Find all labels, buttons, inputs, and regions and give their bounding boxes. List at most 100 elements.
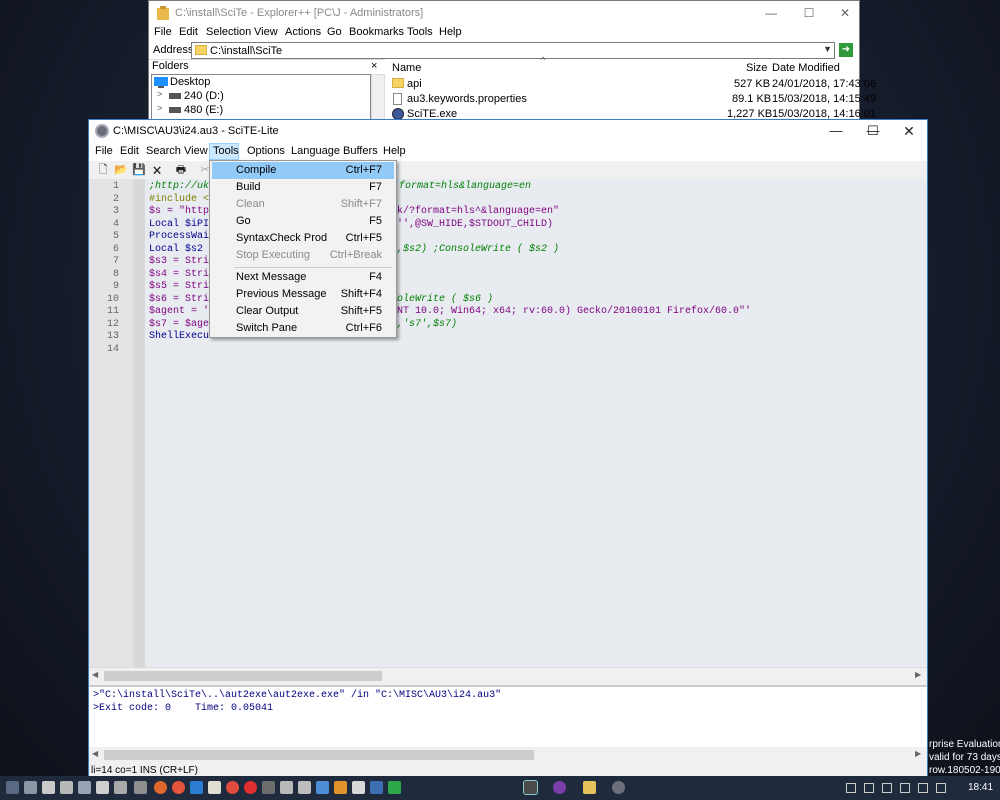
tray-icon[interactable]	[900, 783, 910, 793]
tray-icon[interactable]	[864, 783, 874, 793]
menu-go[interactable]: Go	[327, 26, 342, 38]
taskbar-app-icon[interactable]	[244, 781, 257, 794]
taskbar-app-icon[interactable]	[334, 781, 347, 794]
open-folder-icon[interactable]: 📂	[113, 162, 129, 178]
column-name-header[interactable]: Name	[392, 62, 421, 74]
save-icon[interactable]: 💾	[131, 162, 147, 178]
close-button[interactable]: ✕	[825, 1, 865, 25]
menu-buffers[interactable]: Buffers	[343, 145, 378, 157]
menu-item-clear-output[interactable]: Clear Output Shift+F5	[212, 303, 394, 320]
go-arrow-icon[interactable]: ➜	[839, 43, 853, 57]
print-icon[interactable]: 🖶	[173, 162, 189, 178]
menu-help[interactable]: Help	[383, 145, 406, 157]
taskbar-app-icon[interactable]	[388, 781, 401, 794]
chevron-down-icon[interactable]: ▼	[823, 44, 832, 54]
menu-help[interactable]: Help	[439, 26, 462, 38]
folder-tree[interactable]: Desktop > 240 (D:) > 480 (E:)	[151, 74, 371, 124]
output-pane[interactable]: >"C:\install\SciTe\..\aut2exe\aut2exe.ex…	[89, 685, 927, 747]
menu-options[interactable]: Options	[247, 145, 285, 157]
speaker-icon[interactable]	[918, 783, 928, 793]
maximize-button[interactable]: ☐	[789, 1, 829, 25]
menu-file[interactable]: File	[95, 145, 113, 157]
taskbar-app-icon[interactable]	[60, 781, 73, 794]
taskbar-app-icon[interactable]	[298, 781, 311, 794]
menu-view[interactable]: View	[184, 145, 208, 157]
keyboard-icon[interactable]	[936, 783, 946, 793]
menu-tools[interactable]: Tools	[209, 143, 239, 160]
file-row[interactable]: au3.keywords.properties 89.1 KB 15/03/20…	[389, 92, 876, 106]
menu-item-switch-pane[interactable]: Switch Pane Ctrl+F6	[212, 320, 394, 337]
chevron-right-icon[interactable]: >	[157, 89, 162, 99]
menu-selection[interactable]: Selection	[206, 26, 251, 38]
console-icon[interactable]	[523, 780, 538, 795]
menu-edit[interactable]: Edit	[179, 26, 198, 38]
scite-titlebar[interactable]: C:\MISC\AU3\i24.au3 - SciTE-Lite —	[89, 120, 927, 142]
menu-tools[interactable]: Tools	[407, 26, 433, 38]
menu-edit[interactable]: Edit	[120, 145, 139, 157]
menu-bookmarks[interactable]: Bookmarks	[349, 26, 404, 38]
minimize-button[interactable]: —	[751, 1, 791, 25]
scroll-right-icon[interactable]: ▶	[915, 670, 921, 679]
menu-tools-label: Tools	[213, 145, 239, 157]
column-date-header[interactable]: Date Modified	[772, 62, 840, 74]
scrollbar-thumb[interactable]	[104, 671, 382, 681]
taskbar-app-icon[interactable]	[42, 781, 55, 794]
clock[interactable]: 18:41	[968, 782, 993, 793]
taskbar-app-icon[interactable]	[553, 781, 566, 794]
tray-icon[interactable]	[882, 783, 892, 793]
gear-icon[interactable]	[280, 781, 293, 794]
scrollbar-thumb[interactable]	[104, 750, 534, 760]
taskbar-app-icon[interactable]	[226, 781, 239, 794]
menu-view[interactable]: View	[254, 26, 278, 38]
menu-item-go[interactable]: Go F5	[212, 213, 394, 230]
menu-item-build[interactable]: Build F7	[212, 179, 394, 196]
explorer-taskbar-icon[interactable]	[583, 781, 596, 794]
menu-search[interactable]: Search	[146, 145, 181, 157]
file-list[interactable]: Name ^ Size Date Modified api 527 KB 24/…	[389, 55, 876, 123]
menu-item-compile[interactable]: Compile Ctrl+F7	[212, 162, 394, 179]
close-file-icon[interactable]: 🗙	[149, 162, 165, 178]
close-icon[interactable]: ×	[371, 60, 377, 72]
maximize-button[interactable]: ☐	[853, 120, 893, 142]
menu-language[interactable]: Language	[291, 145, 340, 157]
scroll-left-icon[interactable]: ◀	[92, 749, 98, 758]
explorer-titlebar[interactable]: C:\install\SciTe - Explorer++ [PC\J - Ad…	[149, 1, 859, 25]
taskbar-app-icon[interactable]	[262, 781, 275, 794]
edge-icon[interactable]	[190, 781, 203, 794]
close-button[interactable]: ✕	[889, 120, 929, 142]
address-input[interactable]: C:\install\SciTe ▼	[191, 42, 835, 59]
taskbar-app-icon[interactable]	[172, 781, 185, 794]
menu-item-next-message[interactable]: Next Message F4	[212, 269, 394, 286]
menu-file[interactable]: File	[154, 26, 172, 38]
file-row[interactable]: api 527 KB 24/01/2018, 17:43:06	[389, 77, 876, 91]
taskbar-app-icon[interactable]	[96, 781, 109, 794]
explorer-window[interactable]: C:\install\SciTe - Explorer++ [PC\J - Ad…	[148, 0, 876, 124]
taskbar-app-icon[interactable]	[208, 781, 221, 794]
output-horizontal-scrollbar[interactable]: ◀ ▶	[89, 747, 927, 763]
start-icon[interactable]	[6, 781, 19, 794]
new-file-icon[interactable]: 🗋	[95, 162, 111, 178]
scroll-left-icon[interactable]: ◀	[92, 670, 98, 679]
tray-icon[interactable]	[846, 783, 856, 793]
scroll-right-icon[interactable]: ▶	[915, 749, 921, 758]
firefox-icon[interactable]	[154, 781, 167, 794]
taskbar-app-icon[interactable]	[114, 781, 127, 794]
editor-horizontal-scrollbar[interactable]: ◀ ▶	[89, 667, 927, 683]
menu-actions[interactable]: Actions	[285, 26, 321, 38]
chevron-right-icon[interactable]: >	[157, 103, 162, 113]
code-line-left: ProcessWait	[149, 231, 216, 242]
taskbar-app-icon[interactable]	[24, 781, 37, 794]
taskbar-app-icon[interactable]	[370, 781, 383, 794]
taskbar-app-icon[interactable]	[134, 781, 147, 794]
taskbar-app-icon[interactable]	[78, 781, 91, 794]
taskbar-app-icon[interactable]	[352, 781, 365, 794]
menu-item-previous-message[interactable]: Previous Message Shift+F4	[212, 286, 394, 303]
column-size-header[interactable]: Size	[746, 62, 767, 74]
scite-taskbar-icon[interactable]	[612, 781, 625, 794]
minimize-button[interactable]: —	[816, 120, 856, 142]
menu-item-syntaxcheck-prod[interactable]: SyntaxCheck Prod Ctrl+F5	[212, 230, 394, 247]
code-line-left: ShellExecut	[149, 331, 216, 342]
folder-tree-scrollbar[interactable]	[371, 74, 385, 124]
fold-margin[interactable]	[133, 179, 145, 667]
taskbar-app-icon[interactable]	[316, 781, 329, 794]
